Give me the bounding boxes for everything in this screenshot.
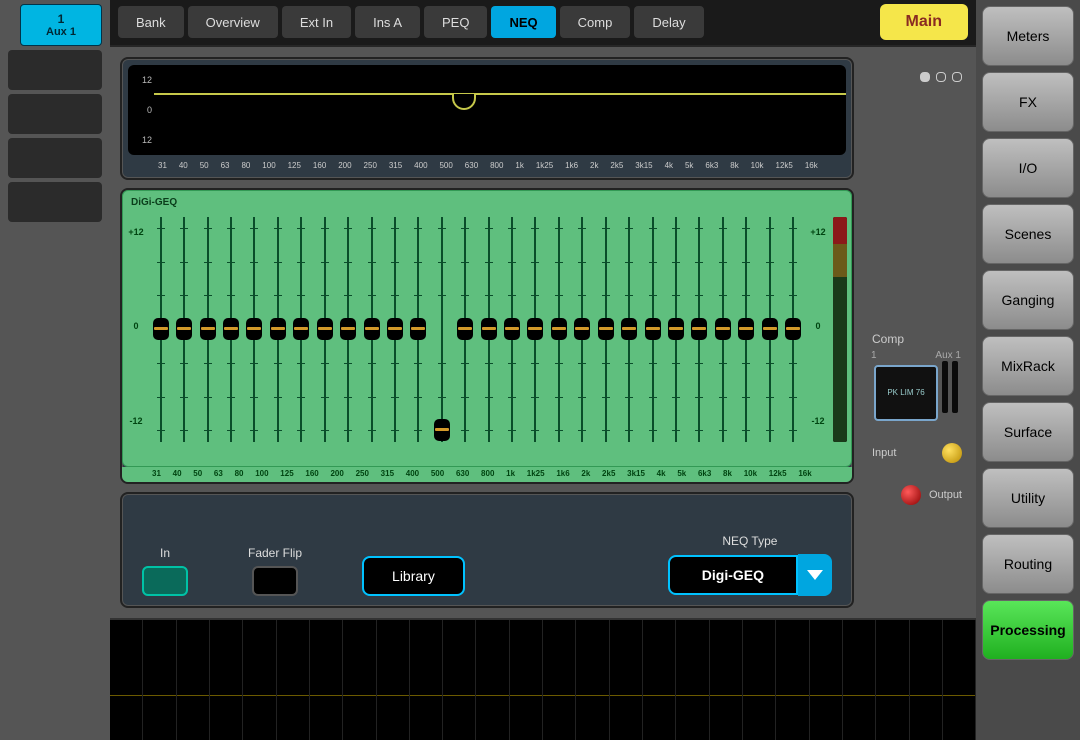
- geq-band-100[interactable]: [266, 217, 289, 442]
- in-toggle[interactable]: [142, 566, 188, 596]
- neq-type-dropdown[interactable]: [798, 554, 832, 596]
- geq-band-160[interactable]: [313, 217, 336, 442]
- geq-band-630[interactable]: [453, 217, 476, 442]
- fader-flip-toggle[interactable]: [252, 566, 298, 596]
- geq-band-1k6[interactable]: [547, 217, 570, 442]
- tab-ext-in[interactable]: Ext In: [282, 6, 351, 38]
- library-button[interactable]: Library: [362, 556, 465, 596]
- neq-type-value: Digi-GEQ: [668, 555, 798, 595]
- nav-routing[interactable]: Routing: [982, 534, 1074, 594]
- nav-mixrack[interactable]: MixRack: [982, 336, 1074, 396]
- geq-scale-right: +120-12: [805, 191, 831, 466]
- tab-bank[interactable]: Bank: [118, 6, 184, 38]
- geq-band-12k5[interactable]: [758, 217, 781, 442]
- geq-band-10k[interactable]: [735, 217, 758, 442]
- channel-slot[interactable]: [8, 50, 102, 90]
- geq-band-250[interactable]: [360, 217, 383, 442]
- geq-band-800[interactable]: [477, 217, 500, 442]
- processing-tabs: BankOverviewExt InIns APEQNEQCompDelay M…: [110, 0, 976, 47]
- geq-band-315[interactable]: [383, 217, 406, 442]
- geq-title: DiGi-GEQ: [131, 197, 177, 208]
- tab-delay[interactable]: Delay: [634, 6, 703, 38]
- channel-overview-strip: [110, 618, 976, 740]
- tab-neq[interactable]: NEQ: [491, 6, 555, 38]
- response-y-scale: 12 0 12: [128, 65, 154, 155]
- geq-band-8k[interactable]: [711, 217, 734, 442]
- geq-band-200[interactable]: [336, 217, 359, 442]
- geq-band-31[interactable]: [149, 217, 172, 442]
- right-nav: MetersFXI/OScenesGangingMixRackSurfaceUt…: [976, 0, 1080, 740]
- geq-band-80[interactable]: [243, 217, 266, 442]
- geq-band-63[interactable]: [219, 217, 242, 442]
- geq-band-40[interactable]: [172, 217, 195, 442]
- nav-utility[interactable]: Utility: [982, 468, 1074, 528]
- geq-band-400[interactable]: [407, 217, 430, 442]
- geq-band-125[interactable]: [290, 217, 313, 442]
- geq-band-6k3[interactable]: [688, 217, 711, 442]
- geq-band-50[interactable]: [196, 217, 219, 442]
- response-panel: 12 0 12 31405063801001251602002503154005…: [120, 57, 854, 180]
- page-dots[interactable]: [920, 72, 962, 82]
- response-plot: [154, 65, 846, 155]
- geq-band-500[interactable]: [430, 217, 453, 442]
- nav-scenes[interactable]: Scenes: [982, 204, 1074, 264]
- nav-meters[interactable]: Meters: [982, 6, 1074, 66]
- geq-band-1k[interactable]: [500, 217, 523, 442]
- channel-select[interactable]: 1 Aux 1: [20, 4, 102, 46]
- response-freq-labels: 3140506380100125160200250315400500630800…: [128, 159, 846, 172]
- output-label: Output: [929, 489, 962, 501]
- geq-band-5k[interactable]: [664, 217, 687, 442]
- geq-band-1k25[interactable]: [524, 217, 547, 442]
- geq-panel: DiGi-GEQ +120-12 +120-12 314050638010012…: [120, 188, 854, 484]
- geq-band-16k[interactable]: [781, 217, 804, 442]
- fader-flip-label: Fader Flip: [248, 546, 302, 560]
- tab-ins-a[interactable]: Ins A: [355, 6, 420, 38]
- channel-number: 1: [58, 12, 65, 26]
- channel-slot[interactable]: [8, 94, 102, 134]
- in-toggle-label: In: [160, 546, 170, 560]
- neq-type-label: NEQ Type: [722, 534, 777, 548]
- tab-peq[interactable]: PEQ: [424, 6, 487, 38]
- input-trim-knob[interactable]: [942, 443, 962, 463]
- geq-band-2k5[interactable]: [594, 217, 617, 442]
- nav-i-o[interactable]: I/O: [982, 138, 1074, 198]
- geq-scale-left: +120-12: [123, 191, 149, 466]
- geq-output-meter: [833, 217, 847, 442]
- geq-band-2k[interactable]: [571, 217, 594, 442]
- comp-title: Comp: [872, 332, 904, 346]
- nav-ganging[interactable]: Ganging: [982, 270, 1074, 330]
- nav-processing[interactable]: Processing: [982, 600, 1074, 660]
- nav-fx[interactable]: FX: [982, 72, 1074, 132]
- overview-side: Comp 1 Aux 1 PK LIM 76 Input Output: [866, 57, 966, 608]
- neq-controls: In Fader Flip Library NEQ Type: [120, 492, 854, 608]
- nav-surface[interactable]: Surface: [982, 402, 1074, 462]
- tab-overview[interactable]: Overview: [188, 6, 278, 38]
- channel-slot[interactable]: [8, 182, 102, 222]
- chevron-down-icon: [807, 570, 823, 580]
- channel-slot[interactable]: [8, 138, 102, 178]
- channel-strip: 1 Aux 1: [0, 0, 110, 740]
- main-button[interactable]: Main: [880, 4, 968, 40]
- tab-comp[interactable]: Comp: [560, 6, 631, 38]
- geq-band-4k[interactable]: [641, 217, 664, 442]
- channel-name: Aux 1: [46, 26, 76, 38]
- input-label: Input: [872, 447, 896, 459]
- geq-band-3k15[interactable]: [617, 217, 640, 442]
- comp-thumbnail[interactable]: PK LIM 76: [874, 365, 938, 421]
- output-trim-knob[interactable]: [901, 485, 921, 505]
